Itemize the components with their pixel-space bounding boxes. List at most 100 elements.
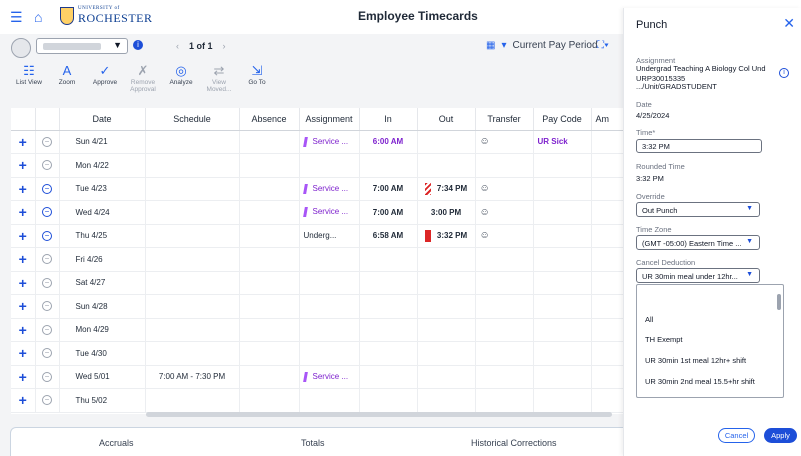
date-cell[interactable]: Sun 4/21 <box>59 130 146 154</box>
remove-icon[interactable]: − <box>42 395 52 406</box>
absence-cell[interactable] <box>239 200 300 225</box>
transfer-person-icon[interactable]: ☺ <box>480 136 490 147</box>
schedule-cell[interactable] <box>145 341 240 366</box>
option-all[interactable]: All <box>645 315 653 324</box>
assignment-cell[interactable]: Service ... <box>299 200 360 225</box>
col-in[interactable]: In <box>359 108 418 131</box>
col-assignment[interactable]: Assignment <box>299 108 360 131</box>
dropdown-scrollbar[interactable] <box>777 294 781 310</box>
out-cell[interactable] <box>417 318 476 342</box>
amount-cell[interactable] <box>591 365 623 389</box>
absence-cell[interactable] <box>239 177 300 201</box>
assignment-cell[interactable] <box>299 153 360 178</box>
remove-icon[interactable]: − <box>42 348 52 359</box>
remove-icon[interactable]: − <box>42 160 52 171</box>
in-cell[interactable] <box>359 318 418 342</box>
add-icon[interactable]: + <box>19 298 27 314</box>
option-ur-30min-2nd-meal[interactable]: UR 30min 2nd meal 15.5+hr shift <box>645 377 755 386</box>
out-cell[interactable] <box>417 130 476 154</box>
view-moved-button[interactable]: ⇄ View Moved... <box>200 63 238 93</box>
add-icon[interactable]: + <box>19 322 27 338</box>
add-icon[interactable]: + <box>19 392 27 408</box>
pay-code-cell[interactable] <box>533 247 592 272</box>
list-view-button[interactable]: ☷ List View <box>10 63 48 93</box>
assignment-cell[interactable] <box>299 388 360 413</box>
apply-button[interactable]: Apply <box>764 428 797 443</box>
schedule-cell[interactable] <box>145 294 240 319</box>
approve-button[interactable]: ✓ Approve <box>86 63 124 93</box>
in-cell[interactable] <box>359 247 418 272</box>
date-cell[interactable]: Sun 4/28 <box>59 294 146 319</box>
zoom-button[interactable]: A Zoom <box>48 63 86 93</box>
option-ur-30min-1st-meal[interactable]: UR 30min 1st meal 12hr+ shift <box>645 356 746 365</box>
absence-cell[interactable] <box>239 224 300 248</box>
assignment-cell[interactable] <box>299 294 360 319</box>
pay-code-cell[interactable] <box>533 271 592 295</box>
transfer-cell[interactable] <box>475 365 534 389</box>
amount-cell[interactable] <box>591 294 623 319</box>
amount-cell[interactable] <box>591 153 623 178</box>
chevron-right-icon[interactable]: › <box>223 41 226 51</box>
tab-accruals[interactable]: Accruals <box>99 438 134 448</box>
assignment-cell[interactable] <box>299 341 360 366</box>
table-row[interactable]: + − Tue 4/23 Service ... 7:00 AM 7:34 PM ☺ <box>11 177 623 201</box>
table-row[interactable]: + − Wed 4/24 Service ... 7:00 AM 3:00 PM ☺ <box>11 200 623 225</box>
absence-cell[interactable] <box>239 318 300 342</box>
schedule-cell[interactable] <box>145 153 240 178</box>
pay-period-select[interactable]: ▦ ▾ Current Pay Period <box>486 40 598 51</box>
col-pay-code[interactable]: Pay Code <box>533 108 592 131</box>
add-icon[interactable]: + <box>19 228 27 244</box>
time-input[interactable]: 3:32 PM <box>636 139 762 153</box>
assignment-cell[interactable] <box>299 271 360 295</box>
add-icon[interactable]: + <box>19 369 27 385</box>
add-icon[interactable]: + <box>19 275 27 291</box>
schedule-cell[interactable] <box>145 388 240 413</box>
amount-cell[interactable] <box>591 200 623 225</box>
in-cell[interactable]: 6:58 AM <box>359 224 418 248</box>
remove-icon[interactable]: − <box>42 301 52 312</box>
pay-code-cell[interactable] <box>533 153 592 178</box>
out-cell[interactable]: 7:34 PM <box>417 177 476 201</box>
transfer-cell[interactable]: ☺ <box>475 177 534 201</box>
add-icon[interactable]: + <box>19 204 27 220</box>
assignment-cell[interactable]: Underg... <box>299 224 360 248</box>
transfer-cell[interactable]: ☺ <box>475 130 534 154</box>
info-icon[interactable]: i <box>779 68 789 78</box>
pay-code-cell[interactable] <box>533 318 592 342</box>
employee-select[interactable]: ▼ <box>36 38 128 54</box>
absence-cell[interactable] <box>239 247 300 272</box>
table-row[interactable]: + − Mon 4/29 <box>11 318 623 342</box>
amount-cell[interactable] <box>591 318 623 342</box>
analyze-button[interactable]: ◎ Analyze <box>162 63 200 93</box>
date-cell[interactable]: Fri 4/26 <box>59 247 146 272</box>
schedule-cell[interactable] <box>145 200 240 225</box>
remove-icon[interactable]: − <box>42 230 52 241</box>
col-absence[interactable]: Absence <box>239 108 300 131</box>
table-row[interactable]: + − Mon 4/22 <box>11 153 623 178</box>
table-row[interactable]: + − Fri 4/26 <box>11 247 623 272</box>
amount-cell[interactable] <box>591 271 623 295</box>
out-cell[interactable] <box>417 294 476 319</box>
home-icon[interactable]: ⌂ <box>34 9 42 25</box>
transfer-cell[interactable] <box>475 247 534 272</box>
absence-cell[interactable] <box>239 294 300 319</box>
pay-code-cell[interactable] <box>533 200 592 225</box>
col-transfer[interactable]: Transfer <box>475 108 534 131</box>
add-icon[interactable]: + <box>19 345 27 361</box>
absence-cell[interactable] <box>239 341 300 366</box>
remove-icon[interactable]: − <box>42 207 52 218</box>
hierarchy-icon[interactable]: ⛶▾ <box>597 40 609 51</box>
tab-historical-corrections[interactable]: Historical Corrections <box>471 438 557 448</box>
in-cell[interactable] <box>359 271 418 295</box>
cancel-button[interactable]: Cancel <box>718 428 755 443</box>
out-cell[interactable]: 3:32 PM <box>417 224 476 248</box>
amount-cell[interactable] <box>591 247 623 272</box>
amount-cell[interactable] <box>591 130 623 154</box>
menu-icon[interactable]: ☰ <box>10 9 23 26</box>
table-row[interactable]: + − Sun 4/28 <box>11 294 623 319</box>
table-row[interactable]: + − Tue 4/30 <box>11 341 623 366</box>
transfer-cell[interactable] <box>475 341 534 366</box>
date-cell[interactable]: Mon 4/29 <box>59 318 146 342</box>
pay-code-cell[interactable] <box>533 224 592 248</box>
schedule-cell[interactable] <box>145 271 240 295</box>
